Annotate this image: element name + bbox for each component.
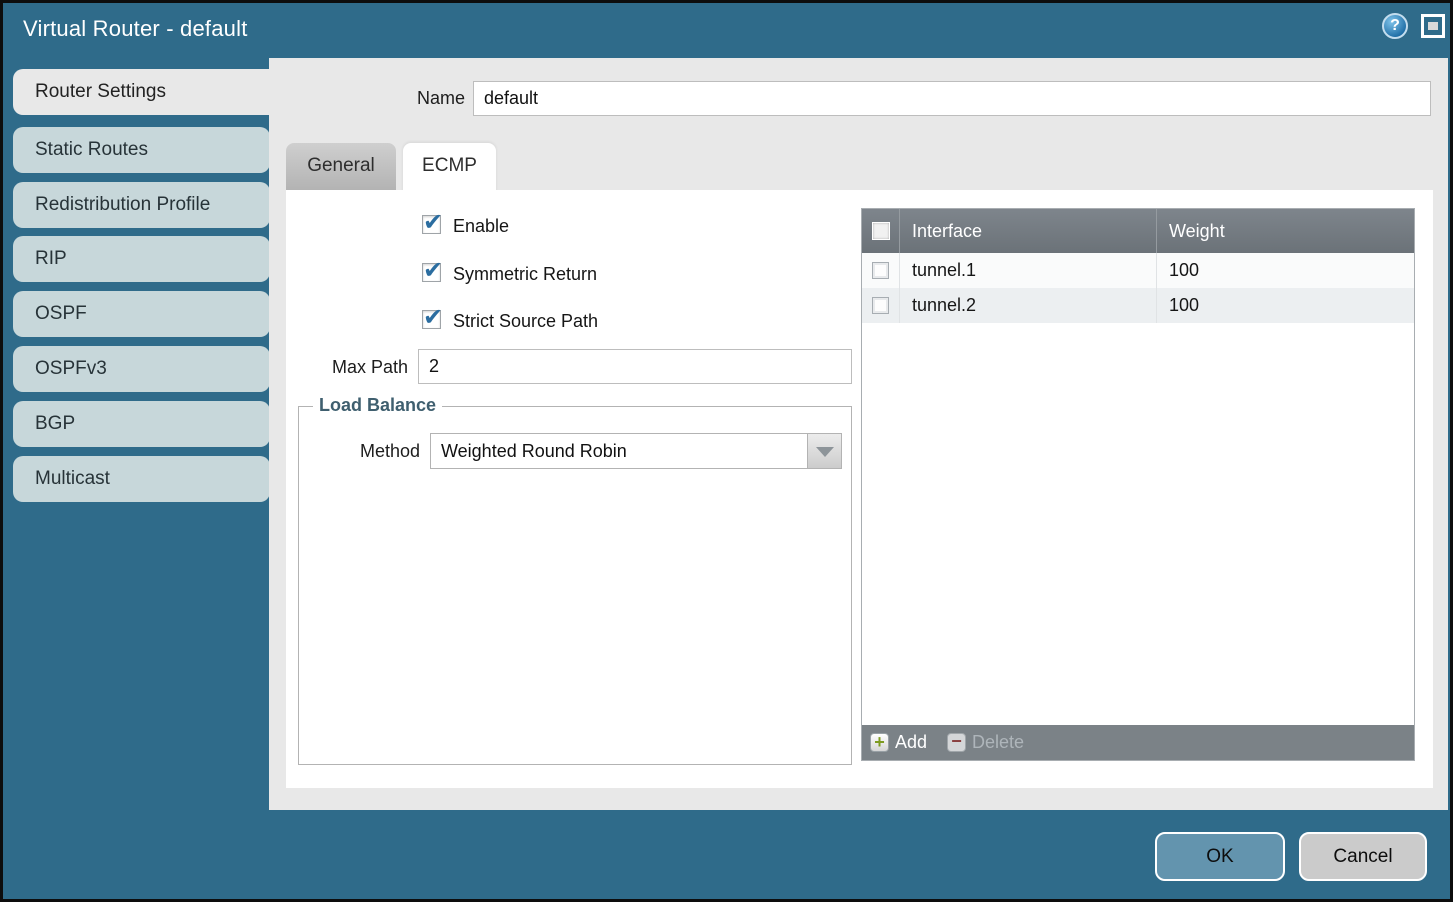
max-path-input[interactable]: [418, 349, 852, 384]
chevron-down-icon: [816, 447, 834, 457]
row-checkbox[interactable]: [872, 262, 889, 279]
sidebar-item-label: OSPF: [35, 303, 87, 324]
add-button[interactable]: + Add: [870, 732, 947, 753]
sidebar-item-label: Static Routes: [35, 139, 148, 160]
table-row[interactable]: tunnel.1 100: [862, 253, 1414, 288]
tab-general[interactable]: General: [286, 143, 396, 190]
add-button-label: Add: [895, 732, 927, 753]
symmetric-return-checkbox[interactable]: ✔: [422, 263, 441, 282]
load-balance-fieldset: Load Balance Method Weighted Round Robin: [298, 406, 852, 765]
row-checkbox-cell: [862, 288, 899, 323]
sidebar-item-ospfv3[interactable]: OSPFv3: [13, 346, 270, 392]
name-label: Name: [349, 88, 465, 109]
sidebar-item-static-routes[interactable]: Static Routes: [13, 127, 270, 173]
strict-source-path-checkbox[interactable]: ✔: [422, 310, 441, 329]
row-checkbox-cell: [862, 253, 899, 288]
sidebar-item-multicast[interactable]: Multicast: [13, 456, 270, 502]
column-header-interface[interactable]: Interface: [899, 209, 1156, 253]
main-panel: Name General ECMP ✔ Enable ✔ Symmetric R…: [269, 58, 1448, 810]
row-checkbox[interactable]: [872, 297, 889, 314]
sidebar-item-label: Router Settings: [35, 81, 166, 102]
method-label: Method: [299, 441, 420, 462]
cell-interface[interactable]: tunnel.1: [899, 253, 1156, 288]
cell-interface[interactable]: tunnel.2: [899, 288, 1156, 323]
dropdown-arrow-button[interactable]: [807, 434, 841, 468]
sidebar-item-redistribution-profile[interactable]: Redistribution Profile: [13, 182, 270, 228]
checkmark-icon: ✔: [423, 303, 443, 332]
strict-source-path-label: Strict Source Path: [453, 311, 598, 331]
enable-label: Enable: [453, 216, 509, 236]
delete-button-label: Delete: [972, 732, 1024, 753]
sidebar-item-router-settings[interactable]: Router Settings: [13, 69, 279, 115]
table-header-row: Interface Weight: [862, 209, 1414, 253]
method-dropdown-value: Weighted Round Robin: [441, 434, 627, 468]
help-icon[interactable]: ?: [1382, 13, 1408, 39]
sidebar-item-label: Redistribution Profile: [35, 194, 210, 215]
sidebar-item-rip[interactable]: RIP: [13, 236, 270, 282]
sidebar-item-label: BGP: [35, 413, 75, 434]
max-path-label: Max Path: [286, 357, 408, 378]
checkmark-icon: ✔: [423, 256, 443, 285]
tab-ecmp[interactable]: ECMP: [403, 143, 496, 195]
plus-icon: +: [870, 733, 889, 752]
sidebar-item-label: RIP: [35, 248, 67, 269]
select-all-checkbox[interactable]: [872, 222, 890, 240]
tab-label: General: [307, 155, 375, 176]
dialog-title: Virtual Router - default: [23, 16, 248, 42]
maximize-icon-inner: [1428, 22, 1438, 30]
cancel-button[interactable]: Cancel: [1299, 832, 1427, 881]
load-balance-legend: Load Balance: [313, 395, 442, 416]
maximize-icon[interactable]: [1421, 14, 1445, 38]
ecmp-tab-panel: ✔ Enable ✔ Symmetric Return ✔ Strict Sou…: [286, 190, 1433, 788]
ecmp-interface-table: Interface Weight tunnel.1 100 tunnel.2 1…: [861, 208, 1415, 761]
sidebar-item-bgp[interactable]: BGP: [13, 401, 270, 447]
header-checkbox-cell: [862, 209, 899, 253]
virtual-router-dialog: Virtual Router - default ? Router Settin…: [0, 0, 1453, 902]
sidebar-item-label: Multicast: [35, 468, 110, 489]
tab-label: ECMP: [422, 155, 477, 176]
name-input[interactable]: [473, 81, 1431, 116]
method-dropdown[interactable]: Weighted Round Robin: [430, 433, 842, 469]
sidebar-item-ospf[interactable]: OSPF: [13, 291, 270, 337]
column-header-weight[interactable]: Weight: [1156, 209, 1414, 253]
table-row[interactable]: tunnel.2 100: [862, 288, 1414, 323]
sidebar-item-label: OSPFv3: [35, 358, 107, 379]
checkmark-icon: ✔: [423, 208, 443, 237]
cell-weight[interactable]: 100: [1156, 253, 1414, 288]
symmetric-return-label: Symmetric Return: [453, 264, 597, 284]
table-footer-toolbar: + Add − Delete: [862, 725, 1414, 760]
delete-button[interactable]: − Delete: [947, 732, 1024, 753]
cell-weight[interactable]: 100: [1156, 288, 1414, 323]
ok-button[interactable]: OK: [1155, 832, 1285, 881]
enable-checkbox[interactable]: ✔: [422, 215, 441, 234]
minus-icon: −: [947, 733, 966, 752]
